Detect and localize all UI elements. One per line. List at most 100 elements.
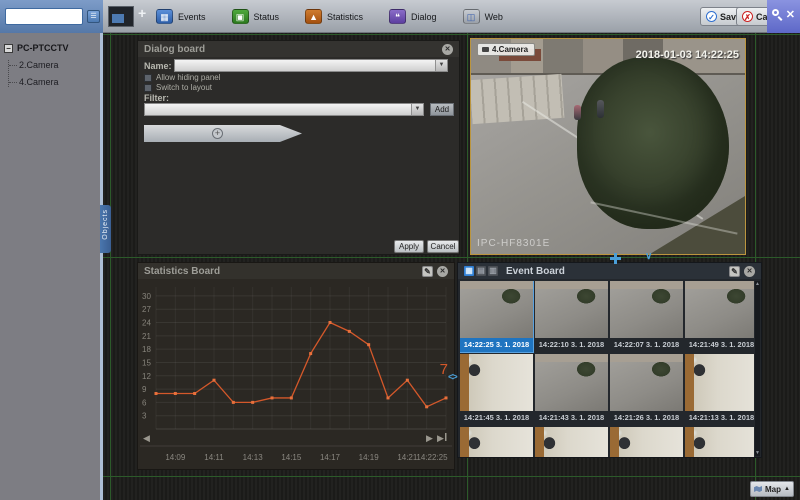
event-item[interactable] <box>460 427 533 457</box>
event-thumbnail <box>460 354 533 411</box>
event-item[interactable]: 14:21:45 3. 1. 2018 <box>460 354 533 425</box>
svg-text:27: 27 <box>142 305 151 314</box>
close-icon[interactable]: ✕ <box>437 266 448 277</box>
grid-view-icon[interactable]: ▦ <box>464 266 474 276</box>
events-button[interactable]: ▦Events <box>150 4 212 29</box>
event-timestamp: 14:21:26 3. 1. 2018 <box>610 411 683 425</box>
search-zone: ☰ <box>0 0 103 33</box>
edit-pencil-icon[interactable]: ✎ <box>729 266 740 277</box>
camera-name: 4.Camera <box>492 45 528 54</box>
add-layout-button[interactable]: + <box>138 5 146 21</box>
cross-icon: ✗ <box>742 11 753 22</box>
svg-text:14:13: 14:13 <box>243 453 264 462</box>
dialog-icon: ❝ <box>389 9 406 24</box>
event-item[interactable]: 14:22:10 3. 1. 2018 <box>535 281 608 352</box>
sidebar: − PC-PTCCTV 2.Camera 4.Camera <box>0 33 100 500</box>
event-item[interactable]: 14:22:07 3. 1. 2018 <box>610 281 683 352</box>
event-item[interactable] <box>610 427 683 457</box>
name-combobox[interactable]: ▼ <box>174 59 448 72</box>
statistics-board-panel: Statistics Board ✎ ✕ 36912151821242730◀▶… <box>137 262 455 470</box>
camera-view-panel[interactable]: 4.Camera 2018-01-03 14:22:25 IPC-HF8301E <box>470 38 746 255</box>
event-item[interactable] <box>685 427 754 457</box>
web-icon: ◫ <box>463 9 480 24</box>
dialog-board-titlebar[interactable]: Dialog board ✕ <box>138 41 459 57</box>
tree-root-server[interactable]: − PC-PTCCTV <box>4 43 100 53</box>
layout-guide-horizontal <box>103 476 800 477</box>
event-item[interactable]: 14:21:49 3. 1. 2018 <box>685 281 754 352</box>
chart-current-value: 7 <box>440 361 448 378</box>
search-input[interactable] <box>5 8 83 25</box>
svg-text:▶: ▶ <box>437 433 444 443</box>
zoom-search-icon[interactable] <box>772 9 779 16</box>
chevron-down-icon[interactable]: ▼ <box>435 60 447 71</box>
list-view-icon[interactable]: ▤ <box>476 266 486 276</box>
scroll-down-icon[interactable]: ▼ <box>755 450 760 456</box>
event-grid: 14:22:25 3. 1. 201814:22:10 3. 1. 201814… <box>460 281 754 457</box>
svg-text:15: 15 <box>142 358 151 367</box>
status-button[interactable]: ▣Status <box>226 4 286 29</box>
close-icon[interactable]: ✕ <box>786 8 795 21</box>
event-timestamp: 14:21:43 3. 1. 2018 <box>535 411 608 425</box>
sidebar-item-2-camera[interactable]: 2.Camera <box>9 60 100 70</box>
event-item[interactable]: 14:21:13 3. 1. 2018 <box>685 354 754 425</box>
camera-scene-wall <box>470 74 564 124</box>
camera-name-chip[interactable]: 4.Camera <box>477 43 535 56</box>
map-button[interactable]: Map ▲ <box>750 481 794 497</box>
event-thumbnail <box>610 354 683 411</box>
switch-to-layout-row[interactable]: Switch to layout <box>144 83 212 92</box>
toolbar-button-group: ▦Events ▣Status ▲Statistics ❝ Dialog ◫Web <box>150 0 509 33</box>
move-panel-handle-icon[interactable] <box>610 253 621 264</box>
statistics-chart: 36912151821242730◀▶▶14:0914:1114:1314:15… <box>140 279 452 467</box>
camera-timestamp: 2018-01-03 14:22:25 <box>636 49 739 61</box>
event-item[interactable]: 14:21:26 3. 1. 2018 <box>610 354 683 425</box>
close-icon[interactable]: ✕ <box>442 44 453 55</box>
allow-hiding-label: Allow hiding panel <box>156 73 221 82</box>
filter-menu-icon[interactable]: ☰ <box>87 10 100 23</box>
svg-text:9: 9 <box>142 385 147 394</box>
app-window: ☰ + ▦Events▣Status▲Statistics❝Dialog◫Web… <box>0 0 800 500</box>
svg-text:14:11: 14:11 <box>204 453 224 462</box>
event-scrollbar[interactable]: ▲ ▼ <box>755 281 760 456</box>
plus-icon[interactable]: + <box>212 128 223 139</box>
events-label: Events <box>178 12 206 22</box>
sidebar-splitter[interactable] <box>100 33 103 500</box>
event-item[interactable]: 14:21:43 3. 1. 2018 <box>535 354 608 425</box>
svg-text:18: 18 <box>142 345 151 354</box>
apply-button[interactable]: Apply <box>394 240 424 253</box>
camera-watermark: IPC-HF8301E <box>477 238 550 249</box>
collapse-icon[interactable]: − <box>4 44 13 53</box>
allow-hiding-panel-row[interactable]: Allow hiding panel <box>144 73 221 82</box>
objects-tab[interactable]: Objects <box>100 205 111 253</box>
checkbox-switch-layout[interactable] <box>144 84 152 92</box>
statistics-label: Statistics <box>327 12 363 22</box>
dialog-cancel-button[interactable]: Cancel <box>427 240 459 253</box>
event-thumbnail <box>460 281 533 338</box>
dialog-label: Dialog <box>411 12 437 22</box>
event-thumbnail <box>535 281 608 338</box>
horizontal-resize-icon[interactable]: <> <box>448 372 456 383</box>
pedestrian <box>597 100 604 118</box>
detail-view-icon[interactable]: ▥ <box>488 266 498 276</box>
dialog-button[interactable]: ❝ Dialog <box>383 4 443 29</box>
event-item[interactable]: 14:22:25 3. 1. 2018 <box>460 281 533 352</box>
filter-combobox[interactable]: ▼ <box>144 103 424 116</box>
svg-text:6: 6 <box>142 398 147 407</box>
chevron-down-icon[interactable]: ▼ <box>411 104 423 115</box>
chevron-down-handle-icon[interactable]: ∨ <box>645 251 652 262</box>
svg-text:24: 24 <box>142 319 151 328</box>
add-filter-button[interactable]: Add <box>430 103 454 116</box>
checkbox-allow-hiding[interactable] <box>144 74 152 82</box>
event-board-panel: ▦ ▤ ▥ Event Board ✎ ✕ 14:22:25 3. 1. 201… <box>457 262 762 458</box>
close-icon[interactable]: ✕ <box>744 266 755 277</box>
edit-pencil-icon[interactable]: ✎ <box>422 266 433 277</box>
caret-up-icon: ▲ <box>784 486 790 492</box>
sidebar-item-4-camera[interactable]: 4.Camera <box>9 77 100 87</box>
svg-text:12: 12 <box>142 372 151 381</box>
event-item[interactable] <box>535 427 608 457</box>
layout-tab-thumbnail[interactable] <box>108 6 134 27</box>
statistics-titlebar[interactable]: Statistics Board ✎ ✕ <box>138 263 454 279</box>
web-button[interactable]: ◫Web <box>457 4 509 29</box>
event-board-titlebar[interactable]: ▦ ▤ ▥ Event Board ✎ ✕ <box>458 263 761 279</box>
scroll-up-icon[interactable]: ▲ <box>755 281 760 287</box>
statistics-button[interactable]: ▲Statistics <box>299 4 369 29</box>
